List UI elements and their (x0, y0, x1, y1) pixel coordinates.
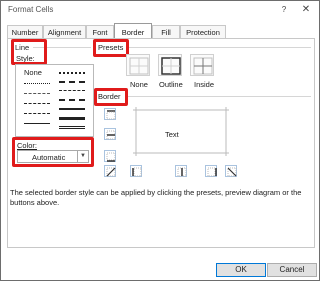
help-description: The selected border style can be applied… (10, 188, 302, 207)
border-diagonal-up-button[interactable] (104, 165, 116, 177)
preset-none-button[interactable] (126, 54, 150, 76)
preset-outline-label: Outline (159, 80, 183, 89)
close-button[interactable]: ✕ (298, 3, 314, 17)
line-style-thin[interactable] (24, 123, 50, 124)
line-style-list[interactable]: None (15, 64, 94, 137)
tab-fill[interactable]: Fill (152, 25, 180, 39)
line-style-medium[interactable] (59, 108, 85, 110)
help-button[interactable]: ? (276, 3, 292, 17)
border-highlight-box (94, 88, 128, 106)
border-right-button[interactable] (205, 165, 217, 177)
line-style-dashed-fine[interactable] (24, 93, 50, 94)
preset-inside-label: Inside (194, 80, 215, 89)
border-left-icon (132, 167, 142, 177)
border-bottom-icon (106, 152, 116, 162)
presets-separator (128, 47, 311, 48)
border-preview[interactable]: Text (130, 104, 232, 159)
preset-outline-button[interactable] (158, 54, 182, 76)
border-right-icon (207, 167, 217, 177)
tab-border[interactable]: Border (114, 23, 152, 39)
line-style-double[interactable] (59, 126, 85, 129)
preview-frame-icon (133, 107, 229, 156)
preview-text: Text (165, 130, 179, 139)
border-left-button[interactable] (130, 165, 142, 177)
preset-inside-button[interactable] (190, 54, 214, 76)
border-inside-vertical-button[interactable] (175, 165, 187, 177)
line-style-thick[interactable] (59, 117, 85, 120)
preset-none-label: None (130, 80, 148, 89)
tab-font[interactable]: Font (86, 25, 114, 39)
color-highlight-box (12, 137, 94, 167)
cancel-button[interactable]: Cancel (267, 263, 317, 277)
line-style-dashed[interactable] (24, 113, 50, 114)
tab-number[interactable]: Number (7, 25, 43, 39)
line-style-dotted[interactable] (24, 83, 50, 84)
border-inside-vertical-icon (177, 167, 187, 177)
window-title: Format Cells (8, 5, 54, 14)
line-style-medium-dashed[interactable] (59, 99, 85, 101)
preset-none-icon (129, 57, 149, 75)
border-inside-horizontal-button[interactable] (104, 128, 116, 140)
diagonal-down-icon (227, 167, 237, 177)
border-separator (126, 96, 311, 97)
border-top-button[interactable] (104, 108, 116, 120)
border-diagonal-down-button[interactable] (225, 165, 237, 177)
preset-inside-icon (193, 57, 213, 75)
line-style-dash-dot-dot[interactable] (59, 90, 85, 91)
title-bar: Format Cells ? ✕ (1, 1, 319, 19)
line-highlight-box (11, 39, 47, 65)
tab-alignment[interactable]: Alignment (43, 25, 86, 39)
style-none-label: None (24, 68, 42, 77)
tab-protection[interactable]: Protection (180, 25, 226, 39)
diagonal-up-icon (106, 167, 116, 177)
line-style-medium-dash-dot[interactable] (59, 81, 85, 83)
border-top-icon (106, 110, 116, 120)
format-cells-dialog: Format Cells ? ✕ Number Alignment Font B… (0, 0, 320, 281)
border-bottom-button[interactable] (104, 150, 116, 162)
ok-button[interactable]: OK (216, 263, 266, 277)
line-style-dash-dot[interactable] (24, 103, 50, 104)
preset-outline-icon (161, 57, 181, 75)
line-style-medium-dotted[interactable] (59, 72, 85, 74)
presets-highlight-box (93, 39, 129, 57)
border-inside-horizontal-icon (106, 130, 116, 140)
